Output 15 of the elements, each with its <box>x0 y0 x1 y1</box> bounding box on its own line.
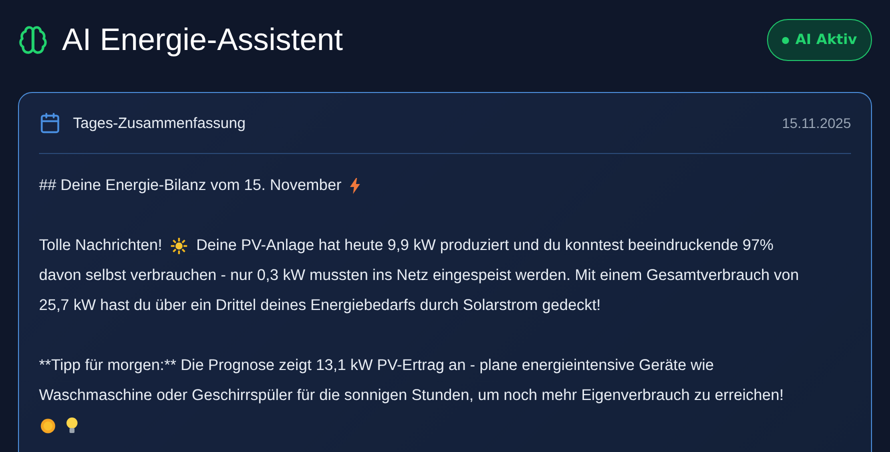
tip-paragraph: **Tipp für morgen:** Die Prognose zeigt 13,1 kW PV-Ertrag an - plane energieintensive Geräte wie Waschmaschine oder Geschirrspüler für die sonnigen Stunden, um noch mehr Eigenverbrauch zu erreichen! <box>39 356 785 406</box>
page-title: AI Energie-Assistent <box>62 22 343 58</box>
calendar-icon <box>39 112 61 134</box>
summary-heading: ## Deine Energie-Bilanz vom 15. November <box>39 176 342 196</box>
summary-text: Deine PV-Anlage hat heute 9,9 kW produziert und du konntest beeindruckende 97% <box>196 236 774 256</box>
lightning-icon <box>349 178 362 194</box>
summary-paragraph: davon selbst verbrauchen - nur 0,3 kW mussten ins Netz eingespeist werden. Mit einem Gesamtverbrauch von 25,7 kW hast du über ein Drittel deines Energiebedarfs durch Solarstrom gedeckt! <box>39 266 800 316</box>
sun-icon <box>39 417 57 435</box>
greeting-text: Tolle Nachrichten! <box>39 236 162 256</box>
summary-date: 15.11.2025 <box>782 115 851 131</box>
sun-icon <box>170 237 188 255</box>
card-title: Tages-Zusammenfassung <box>73 114 246 132</box>
brain-icon <box>18 25 48 55</box>
light-bulb-icon <box>65 417 79 435</box>
status-badge: AI Aktiv <box>767 19 872 61</box>
